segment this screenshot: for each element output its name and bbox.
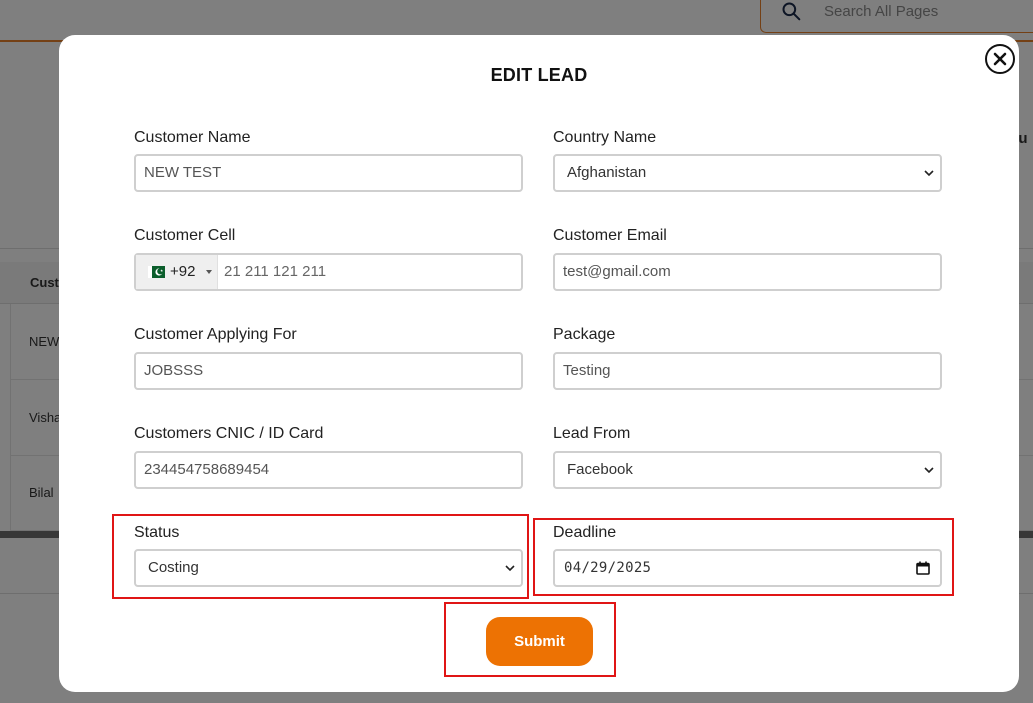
cnic-field[interactable] bbox=[134, 451, 523, 489]
pakistan-flag-icon bbox=[148, 266, 165, 278]
package-input[interactable] bbox=[563, 354, 891, 388]
customer-name-input[interactable] bbox=[144, 156, 472, 190]
edit-lead-modal: EDIT LEAD Customer Name Country Name Afg… bbox=[59, 35, 1019, 692]
lead-from-select-value: Facebook bbox=[567, 461, 633, 478]
customer-email-field[interactable] bbox=[553, 253, 942, 291]
applying-for-input[interactable] bbox=[144, 354, 472, 388]
chevron-down-icon bbox=[924, 467, 934, 474]
customer-cell-label: Customer Cell bbox=[134, 227, 236, 244]
modal-title: EDIT LEAD bbox=[490, 65, 588, 85]
customer-email-input[interactable] bbox=[563, 255, 891, 289]
close-button[interactable] bbox=[985, 44, 1015, 74]
customer-name-label: Customer Name bbox=[134, 129, 251, 146]
applying-for-field[interactable] bbox=[134, 352, 523, 390]
caret-down-icon bbox=[206, 270, 212, 274]
deadline-highlight-box bbox=[533, 518, 954, 596]
cnic-label: Customers CNIC / ID Card bbox=[134, 425, 324, 442]
chevron-down-icon bbox=[924, 170, 934, 177]
lead-from-label: Lead From bbox=[553, 425, 631, 442]
customer-email-label: Customer Email bbox=[553, 227, 667, 244]
country-select-value: Afghanistan bbox=[567, 164, 647, 181]
customer-cell-field[interactable]: +92 bbox=[134, 253, 552, 291]
package-label: Package bbox=[553, 326, 616, 343]
country-code-dropdown[interactable]: +92 bbox=[136, 255, 218, 289]
country-name-label: Country Name bbox=[553, 129, 657, 146]
cnic-input[interactable] bbox=[144, 453, 472, 487]
package-field[interactable] bbox=[553, 352, 942, 390]
lead-from-select[interactable]: Facebook bbox=[553, 451, 942, 489]
applying-for-label: Customer Applying For bbox=[134, 326, 297, 343]
close-icon bbox=[993, 52, 1007, 66]
dial-code: +92 bbox=[170, 263, 196, 280]
country-select[interactable]: Afghanistan bbox=[553, 154, 942, 192]
submit-button[interactable]: Submit bbox=[486, 617, 593, 666]
customer-cell-input[interactable] bbox=[224, 255, 552, 289]
customer-name-field[interactable] bbox=[134, 154, 523, 192]
status-highlight-box bbox=[112, 514, 529, 599]
